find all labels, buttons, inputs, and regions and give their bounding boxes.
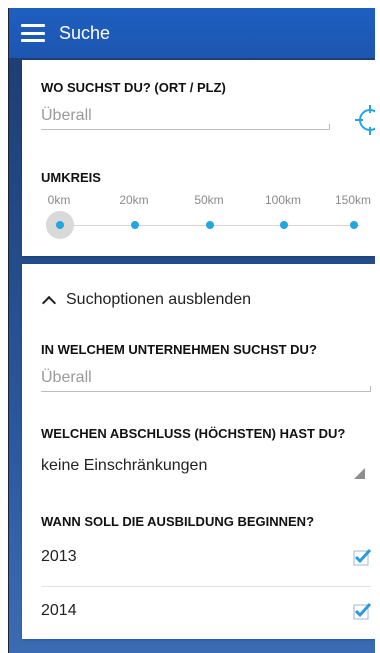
chevron-up-icon (41, 295, 57, 310)
degree-label: WELCHEN ABSCHLUSS (HÖCHSTEN) HAST DU? (41, 426, 346, 441)
location-card: WO SUCHST DU? (ORT / PLZ) Überall UMKREI… (22, 60, 375, 256)
year-label: 2013 (41, 548, 77, 565)
radius-option-label: 150km (334, 193, 372, 207)
checkbox-checked-icon[interactable] (353, 602, 371, 620)
radius-stop[interactable] (56, 221, 64, 229)
radius-stop[interactable] (280, 221, 288, 229)
radius-stop[interactable] (206, 221, 214, 229)
app-screen: Suche WO SUCHST DU? (ORT / PLZ) Überall … (8, 8, 375, 653)
start-label: WANN SOLL DIE AUSBILDUNG BEGINNEN? (41, 514, 315, 529)
radius-option-label: 0km (47, 193, 71, 207)
app-bar: Suche (9, 8, 375, 58)
app-bar-title: Suche (59, 22, 111, 43)
company-input[interactable]: Überall (41, 369, 371, 392)
radius-tick-labels: 0km 20km 50km 100km 150km (22, 193, 375, 209)
degree-select-value: keine Einschränkungen (41, 457, 208, 474)
radius-stop[interactable] (350, 221, 358, 229)
divider (41, 586, 371, 587)
search-options-card: Suchoptionen ausblenden IN WELCHEM UNTER… (22, 264, 375, 639)
location-input[interactable]: Überall (41, 107, 330, 130)
radius-option-label: 100km (264, 193, 302, 207)
radius-option-label: 20km (119, 193, 149, 207)
checkbox-checked-icon[interactable] (353, 548, 371, 566)
dropdown-corner-icon (354, 468, 365, 479)
radius-stop[interactable] (131, 221, 139, 229)
year-label: 2014 (41, 602, 77, 619)
year-option-2013[interactable]: 2013 (41, 541, 371, 573)
crosshair-icon[interactable] (353, 103, 375, 137)
menu-icon[interactable] (21, 24, 45, 42)
radius-option-label: 50km (194, 193, 224, 207)
location-label: WO SUCHST DU? (ORT / PLZ) (41, 80, 226, 95)
year-option-2014[interactable]: 2014 (41, 595, 371, 627)
search-options-toggle[interactable]: Suchoptionen ausblenden (41, 291, 252, 310)
search-options-toggle-label: Suchoptionen ausblenden (66, 291, 252, 308)
company-label: IN WELCHEM UNTERNEHMEN SUCHST DU? (41, 342, 317, 357)
radius-label: UMKREIS (41, 170, 101, 185)
